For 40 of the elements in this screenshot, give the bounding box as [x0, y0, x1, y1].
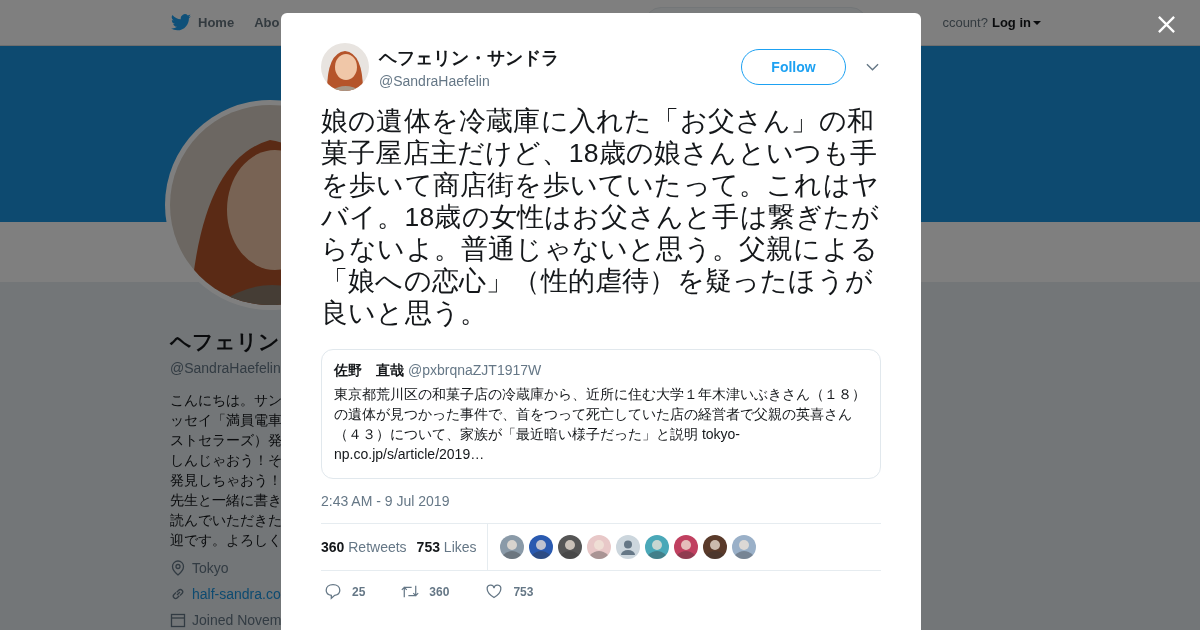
quoted-author-name: 佐野 直哉	[334, 362, 404, 378]
close-icon[interactable]	[1157, 15, 1176, 34]
quoted-author-handle: @pxbrqnaZJT1917W	[408, 362, 542, 378]
author-name: ヘフェリン・サンドラ	[379, 46, 560, 70]
bio-line: 迎です。よろしく	[170, 531, 282, 550]
bird-icon	[171, 14, 191, 31]
location-text: Tokyo	[192, 560, 229, 576]
profile-name: ヘフェリン	[170, 329, 280, 355]
bio-line: 読んでいただきた	[170, 511, 282, 530]
account-prompt: ccount?	[942, 15, 988, 30]
bio-line: しんじゃおう！そ	[170, 451, 282, 470]
heart-icon[interactable]	[485, 583, 504, 600]
bio-line: こんにちは。サン	[170, 391, 282, 410]
default-avatar-icon[interactable]	[615, 535, 640, 559]
calendar-icon	[170, 612, 186, 628]
action-count: 753	[513, 584, 534, 599]
chevron-down-icon[interactable]	[866, 63, 879, 71]
tweet-text: 娘の遺体を冷蔵庫に入れた「お父さん」の和菓子屋店主だけど、18歳の娘さんといつも手を歩いて商店街を歩いていたって。これはヤバイ。18歳の女性はお父さんと手は繋ぎたがらないよ。普通じゃないと思う。父親による「娘への恋心」（性的虐待）を疑ったほうが良いと思う。	[321, 105, 881, 329]
action-count: 360	[429, 584, 450, 599]
bio-line: 発見しちゃおう！	[170, 471, 282, 490]
bio-line: 先生と一緒に書き	[170, 491, 282, 510]
login-link[interactable]: Log in	[991, 15, 1041, 30]
location-pin-icon	[170, 560, 186, 576]
follow-button[interactable]: Follow	[741, 49, 846, 85]
quoted-tweet[interactable]: 佐野 直哉 @pxbrqnaZJT1917W 東京都荒川区の和菓子店の冷蔵庫から、近所に住む大学１年木津いぶきさん（１８）の遺体が見つかった事件で、首をつって死亡していた店の経営者で父親の英喜さん（４３）について、家族が「最近暗い様子だった」と説明 tokyo-np.co.jp/s/article/2019…	[321, 349, 881, 479]
bio-line: ストセラーズ）発	[170, 431, 282, 450]
action-count: 25	[352, 584, 366, 599]
about-link[interactable]: Abo	[254, 15, 280, 30]
timestamp: 2:43 AM - 9 Jul 2019	[321, 493, 451, 509]
bio-line: ッセイ「満員電車	[170, 411, 282, 430]
author-handle: @SandraHaefelin	[379, 72, 491, 89]
quoted-tweet-text: 東京都荒川区の和菓子店の冷蔵庫から、近所に住む大学１年木津いぶきさん（１８）の遺体が見つかった事件で、首をつって死亡していた店の経営者で父親の英喜さん（４３）について、家族が「最近暗い様子だった」と説明 tokyo-np.co.jp/s/article/2019…	[334, 385, 867, 464]
retweet-icon[interactable]	[401, 583, 420, 600]
reply-icon[interactable]	[324, 583, 342, 600]
home-link[interactable]: Home	[171, 14, 235, 31]
retweet-count[interactable]: 360 Retweets	[321, 539, 407, 555]
link-icon	[170, 586, 186, 602]
profile-handle: @SandraHaefelin	[170, 360, 281, 376]
like-count[interactable]: 753 Likes	[416, 539, 477, 555]
joined-text: Joined Novem	[192, 612, 282, 628]
